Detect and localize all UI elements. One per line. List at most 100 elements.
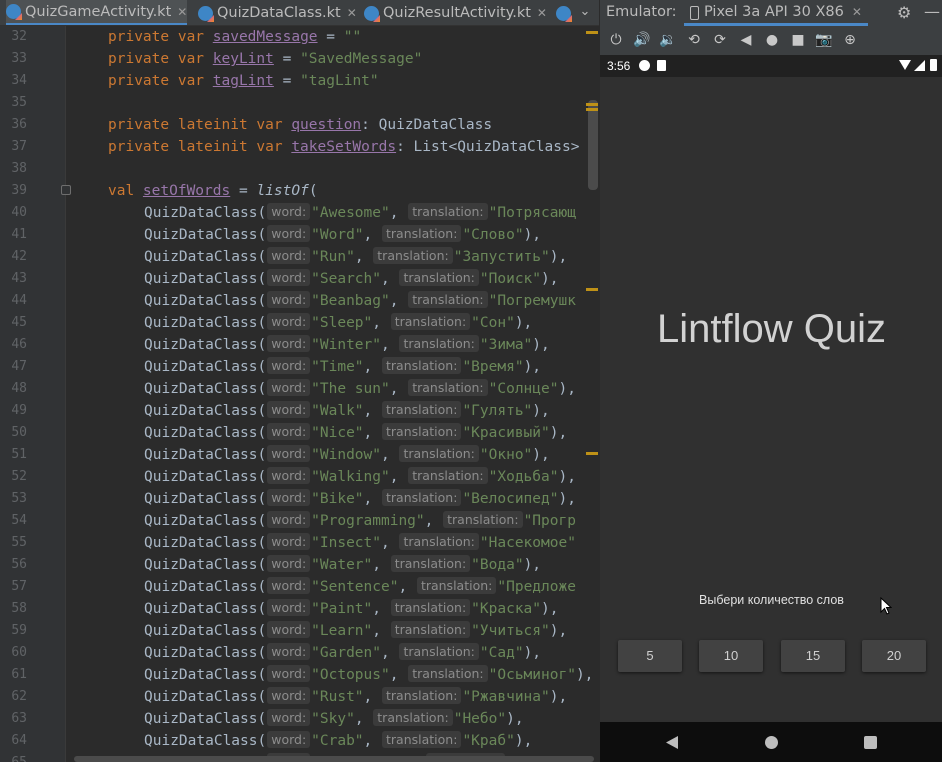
tab-quizresultactivity[interactable]: QuizResultActivity.kt ✕ [364, 0, 547, 25]
code-line[interactable]: QuizDataClass(word: "Run", translation: "З… [144, 246, 567, 268]
string-literal: "Octopus" [311, 667, 390, 683]
parameter-hint: word: [267, 379, 311, 396]
nav-home-icon[interactable] [765, 736, 778, 749]
parameter-hint: word: [267, 643, 311, 660]
back-icon[interactable]: ◀ [737, 31, 755, 49]
device-screen[interactable]: 3:56 Lintflow Quiz Выбери количество сло… [600, 55, 942, 762]
close-icon[interactable]: ✕ [537, 6, 547, 20]
code-text: ), [523, 557, 542, 573]
vertical-scrollbar[interactable] [588, 100, 598, 190]
close-icon[interactable]: ✕ [347, 6, 357, 20]
code-line[interactable]: QuizDataClass(word: "Walking", translatio… [144, 466, 576, 488]
constructor-call: QuizDataClass( [144, 491, 267, 507]
tab-quizgameactivity[interactable]: QuizGameActivity.kt ✕ [6, 0, 188, 25]
close-icon[interactable]: ✕ [177, 5, 187, 19]
parameter-hint: translation: [408, 665, 488, 682]
volume-up-icon[interactable]: 🔊 [633, 31, 651, 49]
line-number: 32 [11, 29, 27, 44]
tab-label: QuizResultActivity.kt [383, 5, 531, 21]
code-text: , [381, 337, 399, 353]
rotate-left-icon[interactable]: ⟲ [685, 31, 703, 49]
code-text: , [363, 227, 382, 243]
code-line[interactable]: QuizDataClass(word: "Walk", translation: "… [144, 400, 550, 422]
string-literal: "" [343, 29, 362, 45]
tab-device[interactable]: Pixel 3a API 30 X86 ✕ [684, 0, 868, 26]
code-line[interactable]: QuizDataClass(word: "The sun", translatio… [144, 378, 576, 400]
rotate-right-icon[interactable]: ⟳ [711, 31, 729, 49]
code-line[interactable]: val setOfWords = listOf( [108, 180, 318, 202]
code-line[interactable]: QuizDataClass(word: "Nice", translation: "… [144, 422, 567, 444]
line-number: 37 [11, 139, 27, 154]
line-number: 57 [11, 579, 27, 594]
code-line[interactable]: QuizDataClass(word: "Time", translation: "… [144, 356, 541, 378]
code-text: : List<QuizDataClass> [396, 139, 580, 155]
power-icon[interactable]: ⏻ [607, 31, 625, 49]
overview-icon[interactable]: ■ [789, 31, 807, 49]
volume-down-icon[interactable]: 🔉 [659, 31, 677, 49]
code-line[interactable]: QuizDataClass(word: "Sky", translation: "Н… [144, 708, 524, 730]
code-line[interactable]: QuizDataClass(word: "Crab", translation: "… [144, 730, 532, 752]
code-line[interactable]: QuizDataClass(word: "Beanbag", translatio… [144, 290, 576, 312]
code-editor[interactable]: QuizGameActivity.kt ✕ QuizDataClass.kt ✕… [0, 0, 599, 762]
code-text: , [389, 469, 408, 485]
home-icon[interactable]: ● [763, 31, 781, 49]
warning-marker[interactable] [586, 452, 598, 455]
gear-icon[interactable]: ⚙ [897, 3, 911, 22]
minimize-icon[interactable]: — [924, 2, 940, 21]
code-line[interactable]: QuizDataClass(word: "Awesome", translatio… [144, 202, 576, 224]
parameter-hint: translation: [399, 269, 479, 286]
code-line[interactable]: QuizDataClass(word: "Rust", translation: "… [144, 686, 567, 708]
code-line[interactable]: QuizDataClass(word: "Sleep", translation:… [144, 312, 532, 334]
string-literal: "Sky" [311, 711, 355, 727]
horizontal-scrollbar[interactable] [74, 756, 594, 762]
code-line[interactable]: private var tagLint = "tagLint" [108, 70, 379, 92]
warning-marker[interactable] [586, 288, 598, 291]
code-line[interactable]: QuizDataClass(word: "Programming", transl… [144, 510, 576, 532]
string-literal: "Paint" [311, 601, 373, 617]
code-line[interactable]: private var keyLint = "SavedMessage" [108, 48, 422, 70]
constructor-call: QuizDataClass( [144, 249, 267, 265]
code-line[interactable]: QuizDataClass(word: "Sentence", translati… [144, 576, 576, 598]
string-literal: "Небо" [453, 711, 507, 727]
count-button-20[interactable]: 20 [862, 640, 926, 672]
count-button-5[interactable]: 5 [618, 640, 682, 672]
code-text: ), [532, 447, 550, 463]
code-text: , [381, 535, 399, 551]
code-line[interactable]: QuizDataClass(word: "Search", translation… [144, 268, 558, 290]
count-button-15[interactable]: 15 [781, 640, 845, 672]
constructor-call: QuizDataClass( [144, 337, 267, 353]
code-line[interactable]: QuizDataClass(word: "Paint", translation:… [144, 598, 558, 620]
nav-back-icon[interactable] [666, 736, 678, 749]
nav-recents-icon[interactable] [864, 736, 877, 749]
emulator-panel: Emulator: Pixel 3a API 30 X86 ✕ ⚙ — ⏻ 🔊 🔉 ⟲… [599, 0, 942, 762]
code-line[interactable]: QuizDataClass(word: "Water", translation:… [144, 554, 541, 576]
line-number: 59 [11, 623, 27, 638]
chevron-down-icon[interactable]: ⌄ [576, 4, 594, 22]
camera-icon[interactable]: 📷 [815, 31, 833, 49]
parameter-hint: translation: [408, 467, 488, 484]
line-number: 61 [11, 667, 27, 682]
code-line[interactable]: private lateinit var question: QuizDataC… [108, 114, 492, 136]
code-line[interactable]: QuizDataClass(word: "Garden", translation… [144, 642, 541, 664]
tab-partial[interactable] [556, 0, 575, 25]
warning-marker[interactable] [586, 103, 598, 106]
code-line[interactable]: QuizDataClass(word: "Learn", translation:… [144, 620, 567, 642]
zoom-icon[interactable]: ⊕ [841, 31, 859, 49]
code-line[interactable]: QuizDataClass(word: "Octopus", translatio… [144, 664, 593, 686]
line-number-gutter: 32 33 34 35 36 37 38 39 40 41 42 43 44 45 46 47 48 49 50 51… [0, 26, 66, 762]
parameter-hint: word: [267, 665, 311, 682]
close-icon[interactable]: ✕ [852, 5, 862, 19]
code-line[interactable]: QuizDataClass(word: "Winter", translation… [144, 334, 550, 356]
code-area[interactable]: private var savedMessage = "" private var… [68, 26, 593, 762]
count-button-10[interactable]: 10 [699, 640, 763, 672]
code-line[interactable]: QuizDataClass(word: "Bike", translation: "… [144, 488, 576, 510]
code-line[interactable]: private var savedMessage = "" [108, 26, 361, 48]
code-line[interactable]: private lateinit var takeSetWords: List<… [108, 136, 579, 158]
code-line[interactable]: QuizDataClass(word: "Insect", translation… [144, 532, 576, 554]
tab-quizdataclass[interactable]: QuizDataClass.kt ✕ [198, 0, 357, 25]
code-line[interactable]: QuizDataClass(word: "Word", translation: "… [144, 224, 541, 246]
warning-marker[interactable] [586, 108, 598, 111]
code-line[interactable]: QuizDataClass(word: "Window", translation… [144, 444, 550, 466]
string-literal: "Winter" [311, 337, 381, 353]
warning-marker[interactable] [586, 31, 598, 34]
